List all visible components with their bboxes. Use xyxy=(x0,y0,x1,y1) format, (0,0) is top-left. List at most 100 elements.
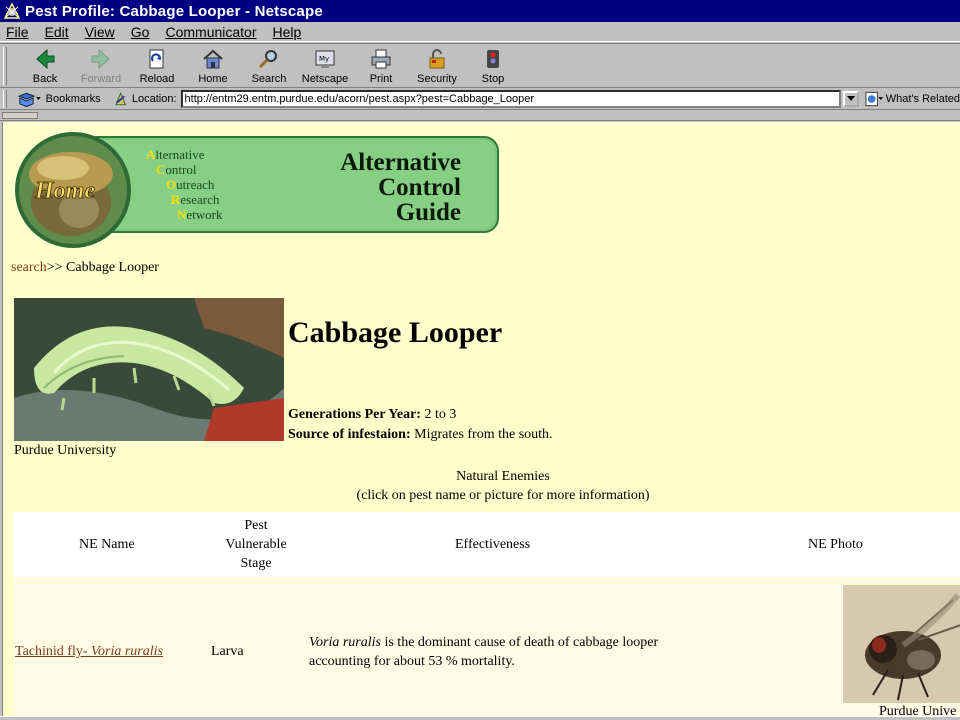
guide-title-line-1: Alternative xyxy=(340,149,461,176)
reload-button[interactable]: Reload xyxy=(129,44,185,88)
bookmarks-label[interactable]: Bookmarks xyxy=(46,93,101,105)
menu-file[interactable]: File xyxy=(0,24,37,40)
status-bar xyxy=(0,716,960,720)
generations-value: 2 to 3 xyxy=(424,407,457,422)
location-page-icon[interactable] xyxy=(113,91,128,107)
menu-go[interactable]: Go xyxy=(123,24,158,40)
menu-communicator-label: Communicator xyxy=(165,23,257,40)
acronym-o-word: utreach xyxy=(176,177,215,192)
header-pest-vulnerable-stage: Pest Vulnerable Stage xyxy=(218,516,294,573)
ne-effectiveness-scientific: Voria ruralis xyxy=(309,635,381,650)
svg-text:Control: Control xyxy=(156,162,197,177)
acronym-r-word: esearch xyxy=(180,192,219,207)
url-text: http://entm29.entm.purdue.edu/acorn/pest… xyxy=(184,92,535,105)
home-link-label[interactable]: Home xyxy=(34,178,96,205)
toolbar-grip[interactable] xyxy=(3,47,7,85)
natural-enemies-subtitle: (click on pest name or picture for more … xyxy=(356,488,650,503)
location-toolbar: Bookmarks Location: http://entm29.entm.p… xyxy=(0,88,960,110)
breadcrumb: search>> Cabbage Looper xyxy=(11,260,159,276)
header-effectiveness: Effectiveness xyxy=(455,537,531,552)
guide-title-line-2: Control xyxy=(378,174,461,201)
chevron-down-icon xyxy=(847,96,855,101)
menu-help[interactable]: Help xyxy=(265,24,310,40)
natural-enemies-title: Natural Enemies xyxy=(456,469,550,484)
padlock-icon xyxy=(429,49,445,69)
svg-text:Research: Research xyxy=(171,192,220,207)
natural-enemies-table-header: NE Name Pest Vulnerable Stage Effectiven… xyxy=(13,512,960,578)
url-history-dropdown[interactable] xyxy=(843,90,859,107)
source-label: Source of infestaion: xyxy=(288,427,411,442)
netscape-label: Netscape xyxy=(301,73,349,85)
header-stage-line-1: Pest xyxy=(244,518,268,533)
netscape-button[interactable]: My Netscape xyxy=(297,44,353,88)
source-value: Migrates from the south. xyxy=(414,427,553,442)
guide-title-line-3: Guide xyxy=(396,199,461,226)
whats-related-icon[interactable] xyxy=(865,91,884,107)
bookmarks-icon[interactable] xyxy=(17,90,42,108)
menu-help-label: Help xyxy=(272,23,302,40)
window-title-bar[interactable]: Pest Profile: Cabbage Looper - Netscape xyxy=(0,0,960,22)
back-arrow-icon xyxy=(36,48,55,70)
printer-icon xyxy=(371,49,391,69)
acronym-n-word: etwork xyxy=(186,207,223,222)
forward-button[interactable]: Forward xyxy=(73,44,129,88)
navigation-toolbar: Back Forward Reload Home Search My Netsc… xyxy=(0,43,960,88)
svg-text:Alternative: Alternative xyxy=(146,147,205,162)
ne-scientific-name: Voria ruralis xyxy=(91,644,163,659)
netscape-app-icon xyxy=(3,2,21,20)
forward-label: Forward xyxy=(80,73,122,85)
generations-per-year: Generations Per Year: 2 to 3 xyxy=(288,407,456,423)
stop-button[interactable]: Stop xyxy=(465,44,521,88)
window-title: Pest Profile: Cabbage Looper - Netscape xyxy=(25,2,323,20)
back-label: Back xyxy=(32,73,58,85)
ne-effectiveness-text: Voria ruralis is the dominant cause of d… xyxy=(309,633,659,671)
whats-related-label[interactable]: What's Related xyxy=(886,93,960,105)
svg-text:My: My xyxy=(319,55,329,63)
my-netscape-icon: My xyxy=(315,50,335,68)
menu-edit-label: Edit xyxy=(44,23,69,40)
search-button[interactable]: Search xyxy=(241,44,297,88)
home-button[interactable]: Home xyxy=(185,44,241,88)
source-of-infestation: Source of infestaion: Migrates from the … xyxy=(288,427,553,443)
print-button[interactable]: Print xyxy=(353,44,409,88)
menu-file-label: File xyxy=(6,23,29,40)
location-grip[interactable] xyxy=(3,89,7,108)
breadcrumb-search-link[interactable]: search xyxy=(11,260,47,275)
back-button[interactable]: Back xyxy=(17,44,73,88)
acronym-c-letter: C xyxy=(156,162,165,177)
ne-name-link[interactable]: Tachinid fly- Voria ruralis xyxy=(15,644,163,660)
acronym-a-word: lternative xyxy=(155,147,204,162)
stop-label: Stop xyxy=(481,73,505,85)
reload-icon xyxy=(149,49,164,69)
security-button[interactable]: Security xyxy=(409,44,465,88)
reload-label: Reload xyxy=(139,73,175,85)
header-stage-line-3: Stage xyxy=(240,556,272,571)
pest-photo-credit: Purdue University xyxy=(14,443,117,458)
tachinid-fly-photo[interactable] xyxy=(843,585,960,703)
acronym-c-word: ontrol xyxy=(165,162,196,177)
pest-name-heading: Cabbage Looper xyxy=(288,316,503,349)
menu-view-label: View xyxy=(84,23,115,40)
url-input[interactable]: http://entm29.entm.purdue.edu/acorn/pest… xyxy=(180,89,842,108)
home-label: Home xyxy=(198,73,228,85)
header-ne-photo: NE Photo xyxy=(808,537,863,552)
cabbage-looper-photo[interactable] xyxy=(14,298,284,441)
table-row: Tachinid fly- Voria ruralis Larva Voria … xyxy=(13,580,960,716)
home-link[interactable]: Home xyxy=(34,178,96,205)
menu-communicator[interactable]: Communicator xyxy=(157,24,264,40)
acorn-banner: Home Alternative Control Outreach Resear… xyxy=(15,132,499,248)
page-content: Home Alternative Control Outreach Resear… xyxy=(2,122,960,716)
search-icon xyxy=(258,50,277,69)
menu-view[interactable]: View xyxy=(77,24,123,40)
toolbar-collapse-tab[interactable] xyxy=(2,112,38,119)
menu-edit[interactable]: Edit xyxy=(37,24,77,40)
breadcrumb-current: >> Cabbage Looper xyxy=(46,260,159,275)
generations-label: Generations Per Year: xyxy=(288,407,421,422)
header-ne-name: NE Name xyxy=(79,537,135,552)
ne-common-name: Tachinid fly- xyxy=(15,644,91,659)
menu-go-label: Go xyxy=(130,23,150,40)
location-label: Location: xyxy=(131,92,177,105)
personal-toolbar-collapsed xyxy=(0,111,960,121)
header-stage-line-2: Vulnerable xyxy=(225,537,287,552)
menu-bar: File Edit View Go Communicator Help xyxy=(0,22,960,42)
